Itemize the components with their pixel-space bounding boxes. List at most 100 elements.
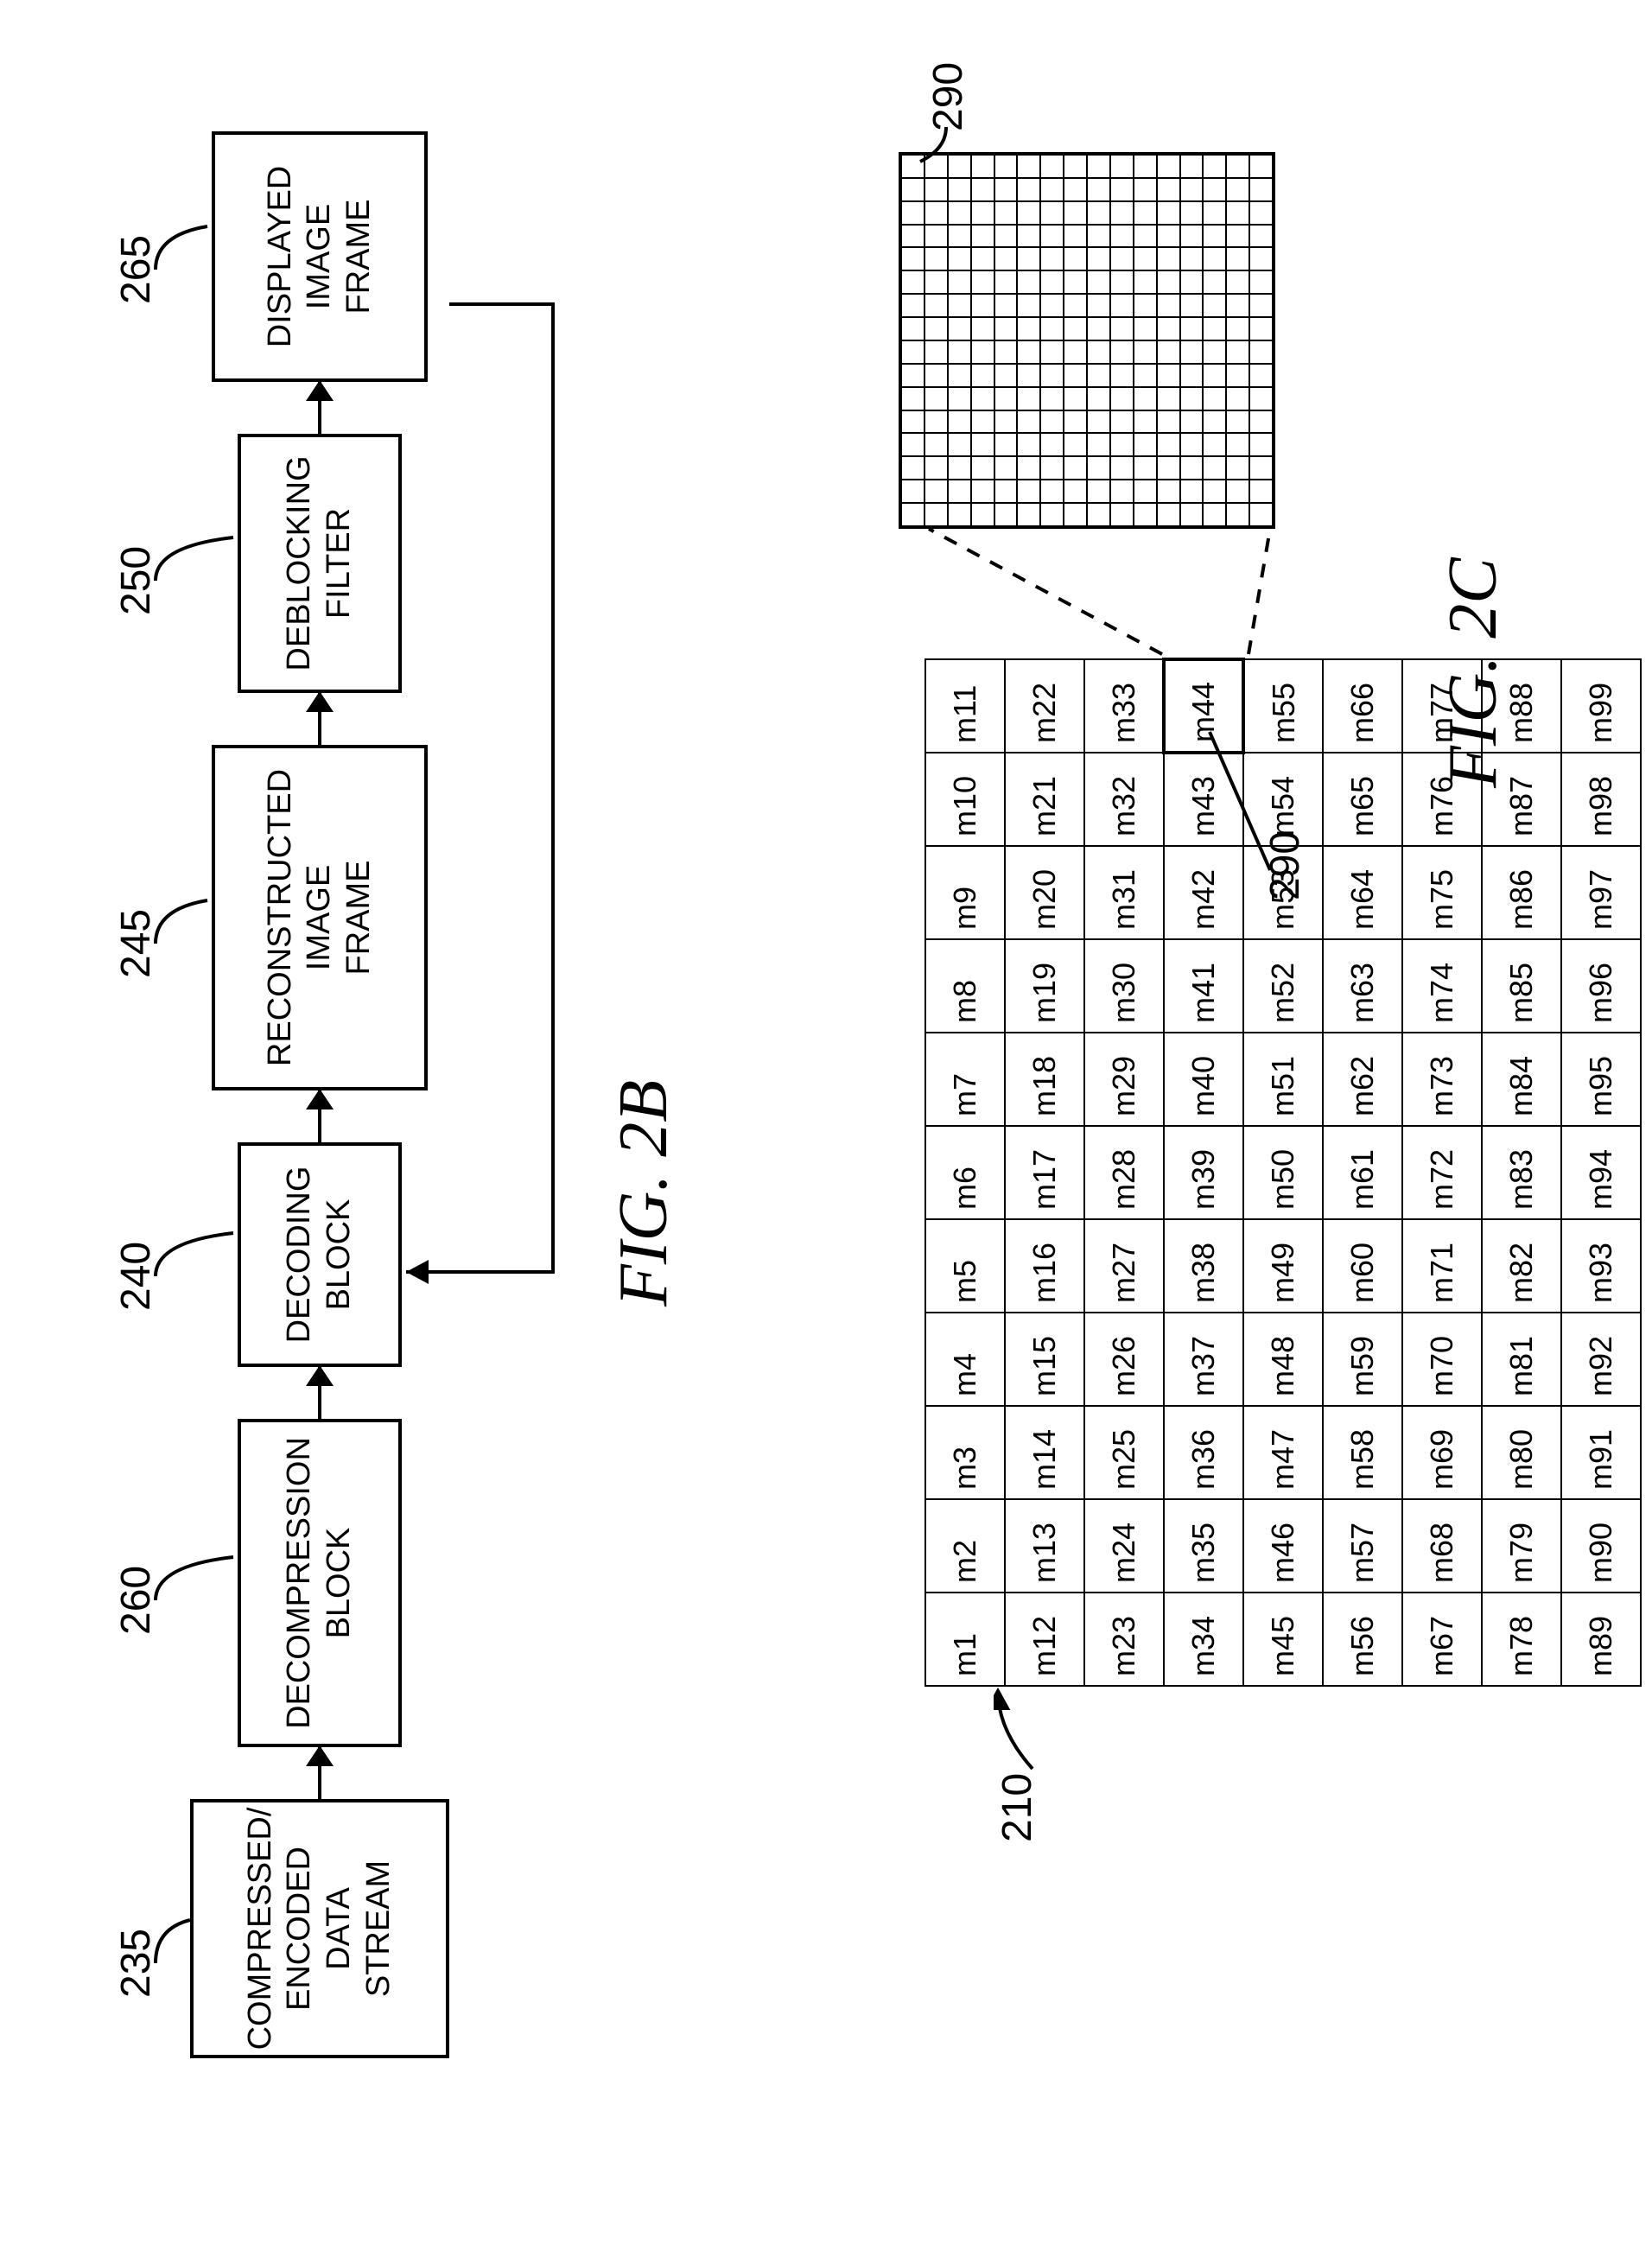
- pixel-cell: [924, 503, 948, 526]
- macroblock-cell: m40: [1164, 1033, 1243, 1126]
- feedback-arrow: [190, 183, 570, 1393]
- pixel-cell: [1064, 503, 1087, 526]
- pixel-cell: [1064, 456, 1087, 480]
- block-260: DECOMPRESSION BLOCK: [238, 1419, 402, 1747]
- pixel-cell: [1249, 480, 1273, 503]
- macroblock-cell: m10: [925, 753, 1005, 846]
- macroblock-cell: m21: [1005, 753, 1084, 846]
- macroblock-cell: m25: [1084, 1406, 1164, 1499]
- pixel-cell: [1110, 456, 1134, 480]
- pixel-cell: [1017, 434, 1040, 457]
- pixel-cell: [1087, 155, 1110, 178]
- pixel-cell: [1134, 294, 1157, 317]
- pixel-cell: [994, 178, 1018, 201]
- macroblock-cell: m66: [1323, 659, 1402, 753]
- macroblock-cell: m49: [1243, 1219, 1323, 1313]
- pixel-cell: [1180, 410, 1204, 434]
- pixel-cell: [1157, 317, 1180, 340]
- macroblock-cell: m78: [1482, 1593, 1561, 1686]
- pixel-cell: [948, 294, 971, 317]
- pixel-cell: [1157, 178, 1180, 201]
- pixel-cell: [1087, 387, 1110, 410]
- pixel-cell: [971, 317, 994, 340]
- pixel-cell: [1110, 340, 1134, 364]
- pixel-cell: [1226, 248, 1249, 271]
- pixel-cell: [1226, 434, 1249, 457]
- leader-210: [994, 1678, 1054, 1773]
- pixel-cell: [1134, 225, 1157, 248]
- pixel-cell: [994, 294, 1018, 317]
- pixel-cell: [924, 248, 948, 271]
- pixel-cell: [1110, 503, 1134, 526]
- pixel-cell: [924, 270, 948, 294]
- pixel-cell: [971, 340, 994, 364]
- pixel-cell: [1180, 294, 1204, 317]
- pixel-cell: [924, 201, 948, 225]
- pixel-cell: [1134, 410, 1157, 434]
- pixel-cell: [1203, 270, 1226, 294]
- pixel-cell: [994, 364, 1018, 387]
- pixel-cell: [1087, 294, 1110, 317]
- pixel-cell: [924, 456, 948, 480]
- pixel-cell: [1040, 270, 1064, 294]
- pixel-cell: [1249, 248, 1273, 271]
- pixel-cell: [948, 503, 971, 526]
- pixel-cell: [971, 201, 994, 225]
- pixel-cell: [1180, 155, 1204, 178]
- pixel-cell: [1249, 364, 1273, 387]
- macroblock-cell: m52: [1243, 939, 1323, 1033]
- pixel-cell: [1017, 178, 1040, 201]
- macroblock-cell: m3: [925, 1406, 1005, 1499]
- pixel-cell: [1110, 317, 1134, 340]
- macroblock-cell: m69: [1402, 1406, 1482, 1499]
- pixel-cell: [1064, 225, 1087, 248]
- pixel-cell: [1180, 456, 1204, 480]
- pixel-cell: [948, 434, 971, 457]
- pixel-cell: [994, 503, 1018, 526]
- macroblock-cell: m73: [1402, 1033, 1482, 1126]
- pixel-cell: [1110, 480, 1134, 503]
- pixel-cell: [971, 270, 994, 294]
- arrow-235-260: [318, 1747, 321, 1799]
- pixel-cell: [1203, 294, 1226, 317]
- pixel-cell: [1249, 456, 1273, 480]
- pixel-cell: [971, 248, 994, 271]
- macroblock-cell: m28: [1084, 1126, 1164, 1219]
- pixel-cell: [901, 503, 924, 526]
- pixel-cell: [1087, 248, 1110, 271]
- macroblock-cell: m33: [1084, 659, 1164, 753]
- pixel-cell: [1249, 434, 1273, 457]
- pixel-cell: [1157, 387, 1180, 410]
- macroblock-cell: m20: [1005, 846, 1084, 939]
- pixel-cell: [1040, 480, 1064, 503]
- pixel-cell: [1249, 270, 1273, 294]
- macroblock-cell: m29: [1084, 1033, 1164, 1126]
- pixel-cell: [1180, 480, 1204, 503]
- pixel-cell: [1226, 340, 1249, 364]
- pixel-cell: [1180, 503, 1204, 526]
- pixel-cell: [901, 387, 924, 410]
- pixel-cell: [948, 456, 971, 480]
- pixel-cell: [948, 225, 971, 248]
- pixel-cell: [1040, 248, 1064, 271]
- macroblock-cell: m45: [1243, 1593, 1323, 1686]
- macroblock-cell: m57: [1323, 1499, 1402, 1593]
- pixel-cell: [901, 270, 924, 294]
- pixel-cell: [1064, 410, 1087, 434]
- pixel-cell: [1040, 456, 1064, 480]
- pixel-cell: [1017, 364, 1040, 387]
- pixel-cell: [1110, 225, 1134, 248]
- pixel-cell: [1087, 456, 1110, 480]
- macroblock-cell: m64: [1323, 846, 1402, 939]
- pixel-cell: [1040, 294, 1064, 317]
- pixel-cell: [1226, 480, 1249, 503]
- pixel-cell: [901, 248, 924, 271]
- pixel-cell: [901, 434, 924, 457]
- pixel-cell: [948, 270, 971, 294]
- pixel-cell: [1110, 410, 1134, 434]
- pixel-cell: [924, 317, 948, 340]
- pixel-cell: [1134, 270, 1157, 294]
- macroblock-cell: m61: [1323, 1126, 1402, 1219]
- pixel-cell: [924, 480, 948, 503]
- pixel-cell: [1134, 340, 1157, 364]
